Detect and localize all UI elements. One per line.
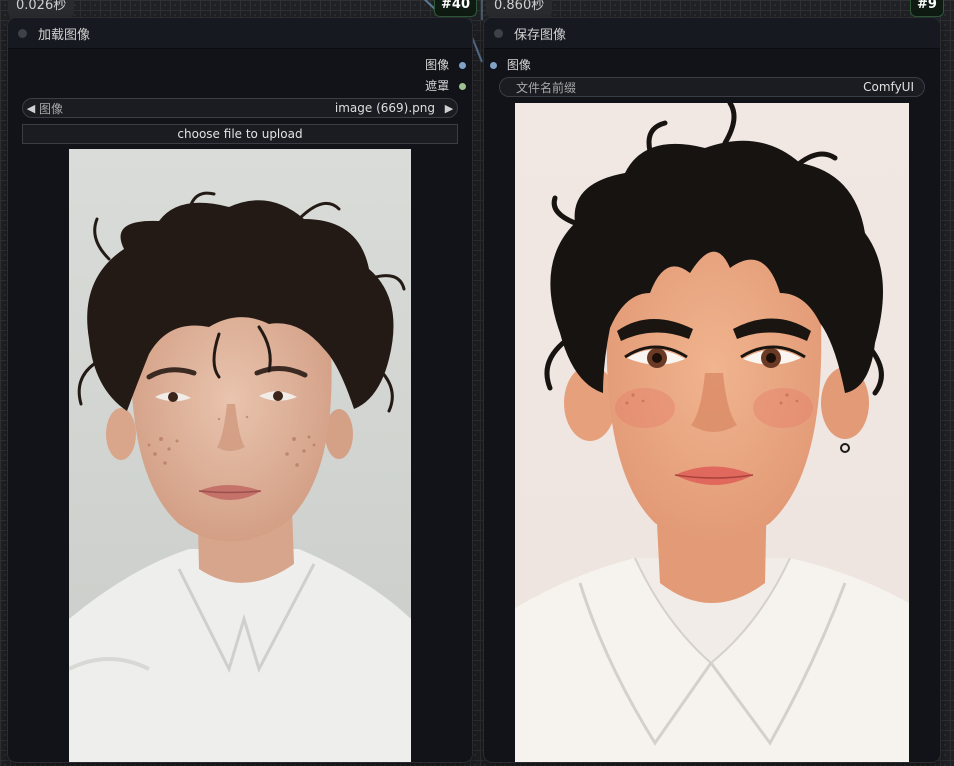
save-image-node[interactable]: 保存图像 图像 文件名前缀 ComfyUI: [484, 18, 940, 762]
input-slot-image-label: 图像: [506, 58, 531, 72]
load-node-header[interactable]: 加载图像: [8, 18, 472, 49]
filename-prefix-value: ComfyUI: [863, 80, 914, 94]
save-image-preview: [515, 103, 909, 762]
collapse-dot-icon[interactable]: [494, 28, 503, 38]
upload-button[interactable]: choose file to upload: [22, 124, 458, 144]
save-node-title: 保存图像: [514, 27, 567, 43]
image-combo-widget[interactable]: ◀ 图像 image (669).png ▶: [22, 98, 458, 118]
output-slot-image[interactable]: 图像: [425, 56, 466, 74]
image-combo-value: image (669).png: [334, 101, 435, 115]
load-image-node[interactable]: 加载图像 图像 遮罩 ◀ 图像 image (669).png ▶ choose…: [8, 18, 472, 762]
output-dot-mask-icon[interactable]: [459, 83, 466, 90]
load-image-preview: [69, 149, 411, 762]
input-dot-image-icon[interactable]: [490, 62, 497, 69]
combo-right-arrow-icon[interactable]: ▶: [441, 102, 457, 115]
input-slot-image[interactable]: 图像: [490, 56, 531, 74]
filename-prefix-widget[interactable]: 文件名前缀 ComfyUI: [499, 77, 925, 97]
save-node-id-badge: #9: [910, 0, 944, 17]
filename-prefix-label: 文件名前缀: [516, 80, 577, 95]
load-node-exec-time: 0.026秒: [8, 0, 75, 18]
collapse-dot-icon[interactable]: [18, 28, 27, 38]
image-combo-label: 图像: [39, 101, 64, 116]
output-slot-image-label: 图像: [425, 58, 450, 72]
load-node-id-badge: #40: [434, 0, 477, 17]
load-node-title: 加载图像: [38, 27, 91, 43]
combo-left-arrow-icon[interactable]: ◀: [23, 102, 39, 115]
save-node-exec-time: 0.860秒: [486, 0, 553, 18]
save-node-header[interactable]: 保存图像: [484, 18, 940, 49]
output-slot-mask[interactable]: 遮罩: [425, 77, 466, 95]
output-dot-image-icon[interactable]: [459, 62, 466, 69]
output-slot-mask-label: 遮罩: [425, 79, 450, 93]
